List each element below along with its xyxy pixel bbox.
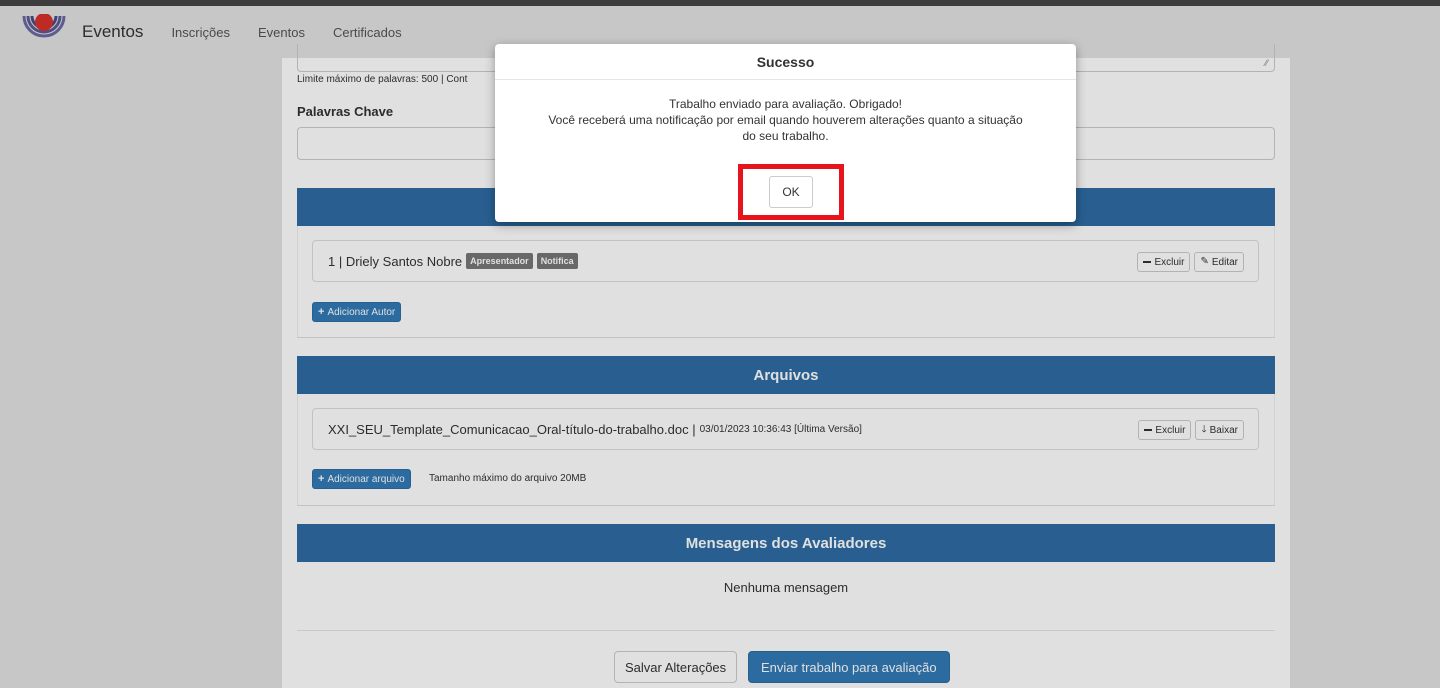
modal-line-1: Trabalho enviado para avaliação. Obrigad… [668, 97, 903, 111]
modal-title: Sucesso [495, 44, 1076, 80]
ok-highlight-box: OK [738, 164, 844, 220]
success-modal: Sucesso Trabalho enviado para avaliação.… [495, 44, 1076, 222]
modal-line-3: do seu trabalho. [742, 129, 829, 143]
ok-button[interactable]: OK [769, 176, 813, 208]
modal-line-2: Você receberá uma notificação por email … [548, 113, 1023, 127]
modal-body: Trabalho enviado para avaliação. Obrigad… [495, 80, 1076, 144]
